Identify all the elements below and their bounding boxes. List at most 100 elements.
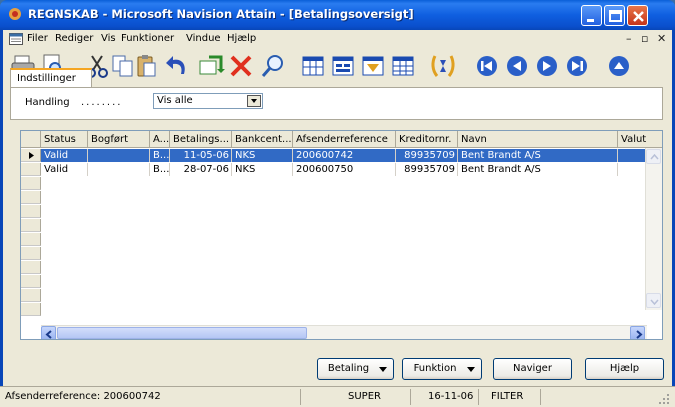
document-icon bbox=[9, 33, 23, 45]
row-selector[interactable] bbox=[21, 205, 41, 218]
hjaelp-button[interactable]: Hjælp bbox=[585, 358, 664, 380]
scroll-down-icon[interactable] bbox=[646, 293, 661, 308]
column-header-kreditornr[interactable]: Kreditornr. bbox=[396, 131, 458, 148]
column-header-bogfoert[interactable]: Bogført bbox=[88, 131, 150, 148]
title-bar[interactable]: REGNSKAB - Microsoft Navision Attain - [… bbox=[0, 0, 675, 30]
sort-icon[interactable] bbox=[359, 52, 387, 80]
navision-app-icon bbox=[9, 8, 21, 20]
column-header-valuta[interactable]: Valut bbox=[618, 131, 662, 148]
naviger-label: Naviger bbox=[513, 363, 552, 374]
cell-valuta[interactable] bbox=[618, 149, 647, 162]
menu-vis[interactable]: Vis bbox=[101, 33, 116, 44]
handling-label: Handling bbox=[25, 97, 70, 108]
vertical-scrollbar[interactable] bbox=[645, 148, 662, 310]
scroll-left-icon[interactable] bbox=[41, 326, 56, 339]
header-corner bbox=[21, 131, 41, 148]
column-header-betalingsdato[interactable]: Betalings... bbox=[170, 131, 232, 148]
flowfilter-icon[interactable] bbox=[429, 52, 457, 80]
cell-valuta[interactable] bbox=[618, 163, 647, 176]
mdi-minimize-icon[interactable]: – bbox=[626, 32, 632, 45]
cell-status[interactable]: Valid bbox=[41, 149, 88, 162]
handling-dots: ........ bbox=[81, 97, 123, 108]
column-header-status[interactable]: Status bbox=[41, 131, 88, 148]
cell-bankcentral[interactable]: NKS bbox=[232, 163, 293, 176]
menu-hjaelp[interactable]: Hjælp bbox=[227, 33, 256, 44]
cell-betalingsdato[interactable]: 28-07-06 bbox=[170, 163, 232, 176]
last-icon[interactable] bbox=[563, 52, 591, 80]
cell-bankcentral[interactable]: NKS bbox=[232, 149, 293, 162]
form-icon[interactable] bbox=[329, 52, 357, 80]
table-header: Status Bogført A... Betalings... Bankcen… bbox=[21, 131, 662, 148]
menu-funktioner[interactable]: Funktioner bbox=[121, 33, 174, 44]
row-selector[interactable] bbox=[21, 247, 41, 260]
naviger-button[interactable]: Naviger bbox=[493, 358, 572, 380]
tab-indstillinger[interactable]: Indstillinger bbox=[10, 68, 92, 88]
row-selector[interactable] bbox=[21, 219, 41, 232]
dropdown-arrow-icon[interactable] bbox=[247, 95, 261, 107]
horizontal-scrollbar[interactable] bbox=[41, 325, 647, 339]
row-selector[interactable] bbox=[21, 303, 41, 316]
menu-vindue[interactable]: Vindue bbox=[186, 33, 221, 44]
cell-navn[interactable]: Bent Brandt A/S bbox=[458, 163, 618, 176]
column-header-afsenderreference[interactable]: Afsenderreference bbox=[293, 131, 396, 148]
horizontal-scroll-thumb[interactable] bbox=[57, 327, 307, 339]
row-selector[interactable] bbox=[21, 233, 41, 246]
cell-kreditornr[interactable]: 89935709 bbox=[396, 163, 458, 176]
scroll-up-icon[interactable] bbox=[646, 149, 661, 164]
cell-kreditornr[interactable]: 89935709 bbox=[396, 149, 458, 162]
row-selector[interactable] bbox=[21, 149, 41, 162]
betaling-button[interactable]: Betaling bbox=[317, 358, 394, 380]
funktion-dropdown-icon bbox=[467, 367, 475, 372]
row-selector[interactable] bbox=[21, 289, 41, 302]
delete-icon[interactable] bbox=[227, 52, 255, 80]
mdi-close-icon[interactable]: ✕ bbox=[657, 32, 666, 45]
menu-filer[interactable]: Filer bbox=[27, 33, 48, 44]
cell-navn[interactable]: Bent Brandt A/S bbox=[458, 149, 618, 162]
status-separator bbox=[300, 389, 301, 405]
close-button[interactable] bbox=[627, 5, 648, 26]
menu-rediger[interactable]: Rediger bbox=[55, 33, 93, 44]
maximize-button[interactable] bbox=[604, 5, 625, 26]
row-selector[interactable] bbox=[21, 163, 41, 176]
row-selector[interactable] bbox=[21, 261, 41, 274]
mdi-restore-icon[interactable]: ▫ bbox=[641, 32, 648, 45]
next-icon[interactable] bbox=[533, 52, 561, 80]
first-icon[interactable] bbox=[473, 52, 501, 80]
cell-a[interactable]: B... bbox=[150, 149, 170, 162]
previous-icon[interactable] bbox=[503, 52, 531, 80]
row-selector[interactable] bbox=[21, 191, 41, 204]
table-icon[interactable] bbox=[299, 52, 327, 80]
betaling-dropdown-icon bbox=[379, 367, 387, 372]
cell-a[interactable]: B... bbox=[150, 163, 170, 176]
paste-icon[interactable] bbox=[133, 52, 161, 80]
row-selector[interactable] bbox=[21, 275, 41, 288]
betaling-label: Betaling bbox=[327, 363, 370, 374]
handling-select[interactable]: Vis alle bbox=[153, 93, 263, 109]
cell-betalingsdato[interactable]: 11-05-06 bbox=[170, 149, 232, 162]
column-header-navn[interactable]: Navn bbox=[458, 131, 618, 148]
status-user: SUPER bbox=[348, 391, 381, 402]
status-filter: FILTER bbox=[491, 391, 524, 402]
funktion-button[interactable]: Funktion bbox=[402, 358, 482, 380]
row-selector[interactable] bbox=[21, 177, 41, 190]
resize-grip-icon[interactable] bbox=[658, 393, 670, 405]
cell-afsenderreference[interactable]: 200600750 bbox=[293, 163, 396, 176]
minimize-button[interactable] bbox=[581, 5, 602, 26]
cell-status[interactable]: Valid bbox=[41, 163, 88, 176]
status-field-value: Afsenderreference: 200600742 bbox=[5, 391, 161, 402]
hjaelp-label: Hjælp bbox=[609, 363, 640, 374]
status-separator bbox=[410, 389, 411, 405]
filter-icon[interactable] bbox=[389, 52, 417, 80]
window-title: REGNSKAB - Microsoft Navision Attain - [… bbox=[28, 7, 414, 21]
cell-bogfoert[interactable] bbox=[88, 149, 150, 162]
cell-afsenderreference[interactable]: 200600742 bbox=[293, 149, 396, 162]
refresh-icon[interactable] bbox=[197, 52, 225, 80]
cell-bogfoert[interactable] bbox=[88, 163, 150, 176]
up-icon[interactable] bbox=[605, 52, 633, 80]
column-header-bankcentral[interactable]: Bankcent... bbox=[232, 131, 293, 148]
status-separator bbox=[540, 389, 541, 405]
scroll-right-icon[interactable] bbox=[630, 326, 645, 339]
find-icon[interactable] bbox=[259, 52, 287, 80]
column-header-a[interactable]: A... bbox=[150, 131, 170, 148]
undo-icon[interactable] bbox=[163, 52, 191, 80]
